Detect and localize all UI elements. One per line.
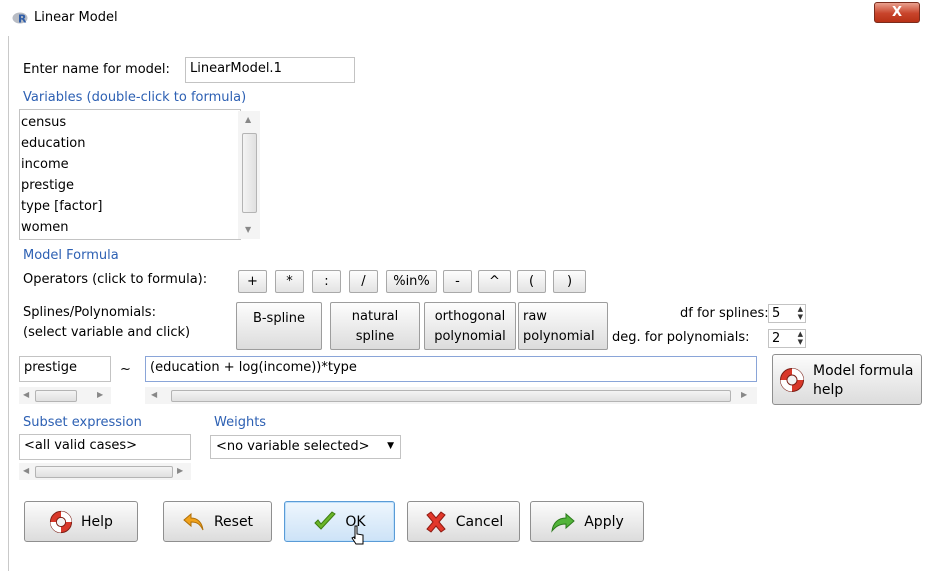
deg-polynomials-value: 2 xyxy=(772,331,781,346)
rhs-formula-input[interactable]: (education + log(income))*type xyxy=(145,356,757,382)
weights-label: Weights xyxy=(214,415,267,430)
reset-button-label: Reset xyxy=(213,513,254,530)
weights-select[interactable]: <no variable selected> ▼ xyxy=(210,435,401,459)
help-label-line2: help xyxy=(813,382,844,398)
scroll-right-icon[interactable]: ▶ xyxy=(97,390,103,399)
orthogonal-polynomial-line1: orthogonal xyxy=(434,309,506,324)
cancel-button-label: Cancel xyxy=(455,513,504,530)
df-splines-spinner[interactable]: 5 ▲ ▼ xyxy=(768,304,806,323)
operator-times-button[interactable]: * xyxy=(275,270,304,293)
help-button[interactable]: Help xyxy=(24,501,138,542)
variables-scrollbar[interactable]: ▲ ▼ xyxy=(238,111,260,239)
title-bar: R Linear Model X xyxy=(0,0,931,36)
window-title: Linear Model xyxy=(34,10,118,25)
cancel-button[interactable]: Cancel xyxy=(407,501,520,542)
lifebuoy-icon xyxy=(49,510,73,533)
natural-spline-line1: natural xyxy=(351,309,399,324)
subset-input[interactable]: <all valid cases> xyxy=(19,434,191,460)
operator-in-button[interactable]: %in% xyxy=(386,270,437,293)
list-item[interactable]: education xyxy=(21,133,86,154)
apply-button[interactable]: Apply xyxy=(530,501,644,542)
scroll-thumb[interactable] xyxy=(35,466,173,478)
model-formula-header: Model Formula xyxy=(23,248,119,263)
spinner-arrows-icon[interactable]: ▲ ▼ xyxy=(798,330,803,346)
deg-polynomials-spinner[interactable]: 2 ▲ ▼ xyxy=(768,329,806,348)
df-splines-label: df for splines: xyxy=(680,306,769,321)
operator-slash-button[interactable]: / xyxy=(349,270,378,293)
list-item[interactable]: women xyxy=(21,217,69,238)
operator-colon-button[interactable]: : xyxy=(312,270,341,293)
model-name-label: Enter name for model: xyxy=(23,62,170,77)
list-item[interactable]: income xyxy=(21,154,69,175)
operator-plus-button[interactable]: + xyxy=(238,270,267,293)
raw-polynomial-line1: raw xyxy=(523,309,547,324)
b-spline-label: B-spline xyxy=(252,311,306,326)
scroll-thumb[interactable] xyxy=(171,390,731,402)
natural-spline-line2: spline xyxy=(355,329,395,344)
weights-select-value: <no variable selected> xyxy=(216,439,370,454)
operator-rparen-button[interactable]: ) xyxy=(553,270,586,293)
natural-spline-button[interactable]: natural spline xyxy=(330,302,420,350)
close-icon: X xyxy=(891,5,903,20)
red-x-icon xyxy=(426,510,446,533)
splines-label: Splines/Polynomials: xyxy=(23,305,156,320)
scroll-left-icon[interactable]: ◀ xyxy=(23,390,29,399)
chevron-down-icon[interactable]: ▼ xyxy=(387,441,394,451)
model-formula-help-button[interactable]: Model formula help xyxy=(772,354,922,405)
checkmark-icon xyxy=(314,510,337,530)
mouse-pointer-icon xyxy=(351,525,364,545)
b-spline-button[interactable]: B-spline xyxy=(236,302,322,350)
model-name-input[interactable]: LinearModel.1 xyxy=(185,57,355,83)
scroll-thumb[interactable] xyxy=(242,133,257,213)
subset-scrollbar[interactable]: ◀ ▶ xyxy=(19,463,191,480)
list-item[interactable]: census xyxy=(21,112,66,133)
variables-listbox[interactable]: census education income prestige type [f… xyxy=(19,109,260,240)
help-button-label: Help xyxy=(81,513,113,530)
operator-minus-button[interactable]: - xyxy=(443,270,472,293)
operators-label: Operators (click to formula): xyxy=(23,272,208,287)
scroll-thumb[interactable] xyxy=(35,390,77,402)
list-item[interactable]: prestige xyxy=(21,175,74,196)
lhs-input[interactable]: prestige xyxy=(19,356,111,382)
scroll-left-icon[interactable]: ◀ xyxy=(23,466,29,475)
lhs-scrollbar[interactable]: ◀ ▶ xyxy=(19,387,111,404)
r-logo-icon: R xyxy=(12,12,28,26)
scroll-up-icon[interactable]: ▲ xyxy=(245,115,251,124)
svg-text:R: R xyxy=(18,13,27,26)
help-label-line1: Model formula xyxy=(813,363,914,379)
deg-polynomials-label: deg. for polynomials: xyxy=(612,330,750,345)
variables-header: Variables (double-click to formula) xyxy=(23,90,247,105)
splines-sublabel: (select variable and click) xyxy=(23,325,191,340)
forward-arrow-icon xyxy=(551,512,575,533)
subset-label: Subset expression xyxy=(23,415,142,430)
spinner-arrows-icon[interactable]: ▲ ▼ xyxy=(798,305,803,321)
scroll-left-icon[interactable]: ◀ xyxy=(151,390,157,399)
raw-polynomial-button[interactable]: raw polynomial xyxy=(518,302,608,350)
scroll-right-icon[interactable]: ▶ xyxy=(177,466,183,475)
orthogonal-polynomial-line2: polynomial xyxy=(434,329,506,344)
apply-button-label: Apply xyxy=(584,513,624,530)
df-splines-value: 5 xyxy=(772,306,781,321)
orthogonal-polynomial-button[interactable]: orthogonal polynomial xyxy=(424,302,516,350)
scroll-right-icon[interactable]: ▶ xyxy=(741,390,747,399)
ok-button[interactable]: OK xyxy=(284,501,395,542)
reset-button[interactable]: Reset xyxy=(163,501,272,542)
lifebuoy-icon xyxy=(780,368,804,392)
scroll-down-icon[interactable]: ▼ xyxy=(245,225,251,234)
operator-lparen-button[interactable]: ( xyxy=(517,270,546,293)
undo-arrow-icon xyxy=(183,512,204,530)
operator-caret-button[interactable]: ^ xyxy=(478,270,511,293)
rhs-scrollbar[interactable]: ◀ ▶ xyxy=(145,387,757,404)
tilde-label: ~ xyxy=(120,362,131,377)
raw-polynomial-line2: polynomial xyxy=(523,329,595,344)
list-item[interactable]: type [factor] xyxy=(21,196,102,217)
close-button[interactable]: X xyxy=(874,2,920,23)
